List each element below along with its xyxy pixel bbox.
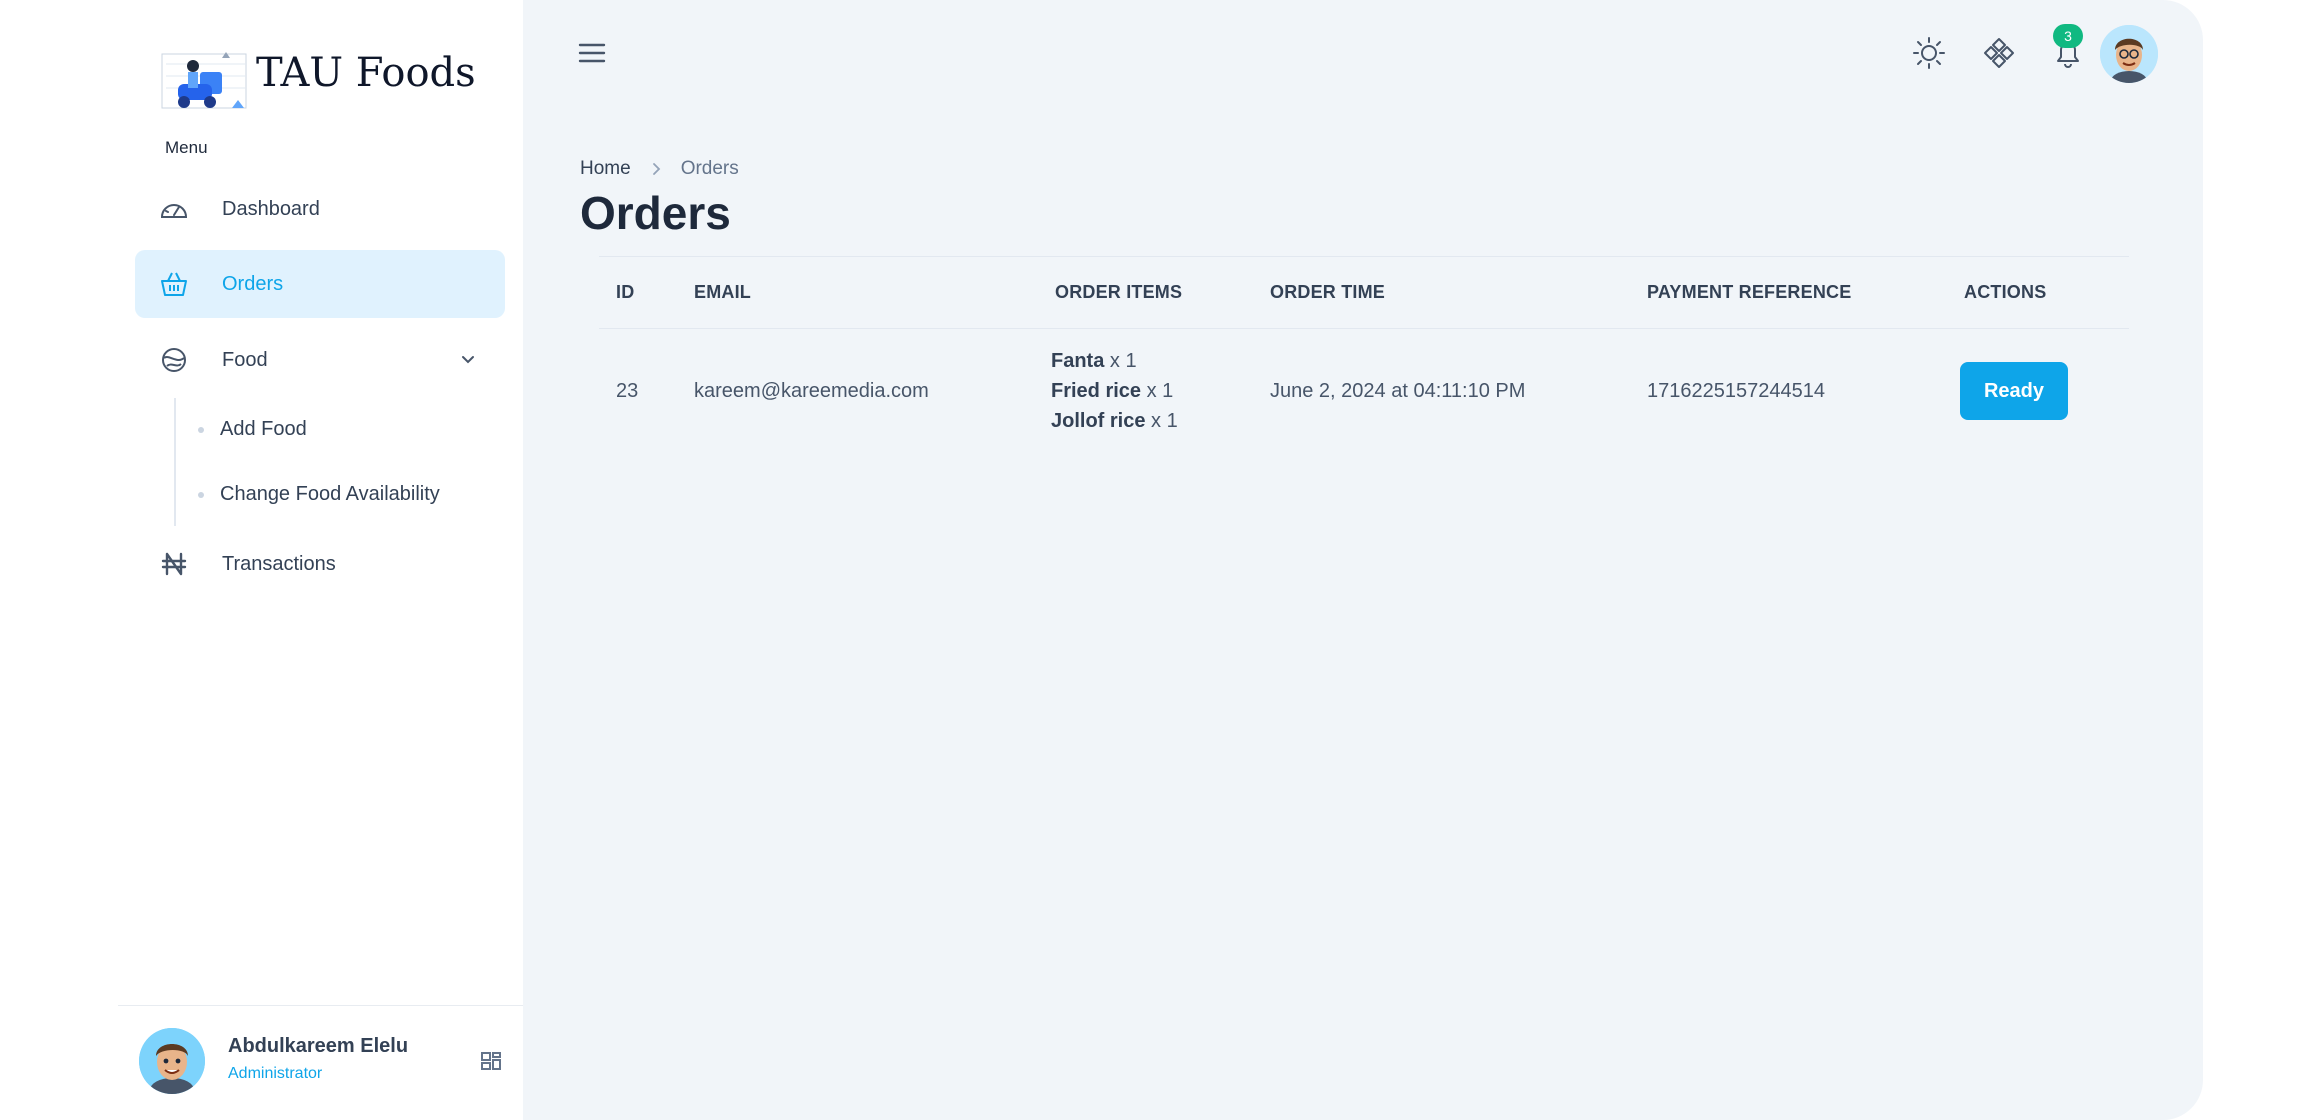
order-item: Jollof rice x 1 xyxy=(1051,410,1178,432)
cell-email: kareem@kareemedia.com xyxy=(694,380,929,402)
order-item: Fanta x 1 xyxy=(1051,350,1137,372)
sidebar: TAU Foods Menu Dashboard Orders Food Add… xyxy=(118,0,523,1120)
submenu-guide-line xyxy=(174,398,176,526)
page-title: Orders xyxy=(580,187,731,239)
breadcrumb: Home Orders xyxy=(580,158,739,180)
column-header-actions: ACTIONS xyxy=(1964,282,2047,302)
bullet-icon xyxy=(198,426,204,433)
notification-count-badge: 3 xyxy=(2053,24,2083,48)
column-header-email: EMAIL xyxy=(694,282,751,302)
cell-payment-reference: 1716225157244514 xyxy=(1647,380,1825,402)
speedometer-icon xyxy=(160,204,188,218)
sidebar-divider xyxy=(118,1005,523,1006)
chevron-down-icon[interactable] xyxy=(459,350,477,368)
avatar[interactable] xyxy=(2100,25,2158,83)
column-header-order-items: ORDER ITEMS xyxy=(1055,282,1183,302)
chevron-right-icon xyxy=(652,163,660,175)
breadcrumb-current: Orders xyxy=(680,158,739,179)
sidebar-item-label: Food xyxy=(222,348,268,371)
hamburger-menu-icon[interactable] xyxy=(578,40,606,66)
sun-icon[interactable] xyxy=(1912,36,1946,70)
bullet-icon xyxy=(198,491,204,498)
table-top-border xyxy=(599,256,2129,257)
sidebar-subitem-add-food[interactable]: Add Food xyxy=(198,418,307,441)
sidebar-item-food[interactable]: Food xyxy=(135,326,505,394)
user-name: Abdulkareem Elelu xyxy=(228,1035,409,1057)
user-role: Administrator xyxy=(228,1065,323,1082)
sidebar-subitem-label: Add Food xyxy=(220,418,307,440)
naira-icon xyxy=(161,552,187,576)
brand-name: TAU Foods xyxy=(256,50,476,96)
sidebar-item-label: Dashboard xyxy=(222,197,320,220)
avatar xyxy=(139,1028,205,1094)
sidebar-subitem-change-food-availability[interactable]: Change Food Availability xyxy=(198,483,440,506)
sidebar-item-dashboard[interactable]: Dashboard xyxy=(135,175,505,243)
cell-order-items: Fanta x 1 Fried rice x 1 Jollof rice x 1 xyxy=(1051,346,1178,436)
apps-diamond-icon[interactable] xyxy=(1982,36,2016,70)
menu-section-label: Menu xyxy=(165,138,208,157)
basket-icon xyxy=(161,272,187,296)
table-header-border xyxy=(599,328,2129,329)
user-profile[interactable]: Abdulkareem Elelu Administrator xyxy=(139,1028,509,1094)
food-bowl-icon xyxy=(162,348,186,372)
sidebar-subitem-label: Change Food Availability xyxy=(220,483,440,505)
layout-toggle-icon[interactable] xyxy=(480,1050,502,1072)
memoji-avatar-icon xyxy=(2100,25,2158,83)
delivery-illustration-icon xyxy=(161,52,247,109)
column-header-order-time: ORDER TIME xyxy=(1270,282,1386,302)
sidebar-item-transactions[interactable]: Transactions xyxy=(135,530,505,598)
memoji-avatar-icon xyxy=(139,1028,205,1094)
sidebar-item-label: Transactions xyxy=(222,552,336,575)
column-header-payment-reference: PAYMENT REFERENCE xyxy=(1647,282,1852,302)
column-header-id: ID xyxy=(616,282,635,302)
order-item: Fried rice x 1 xyxy=(1051,380,1174,402)
sidebar-item-orders[interactable]: Orders xyxy=(135,250,505,318)
sidebar-item-label: Orders xyxy=(222,272,284,295)
main-content: 3 Home Orders Orders ID EMAIL ORDER ITEM… xyxy=(523,0,2203,1120)
brand-logo[interactable]: TAU Foods xyxy=(160,44,580,114)
cell-id: 23 xyxy=(616,380,639,402)
ready-button[interactable]: Ready xyxy=(1960,362,2068,420)
breadcrumb-home[interactable]: Home xyxy=(580,158,631,180)
cell-order-time: June 2, 2024 at 04:11:10 PM xyxy=(1270,380,1526,402)
